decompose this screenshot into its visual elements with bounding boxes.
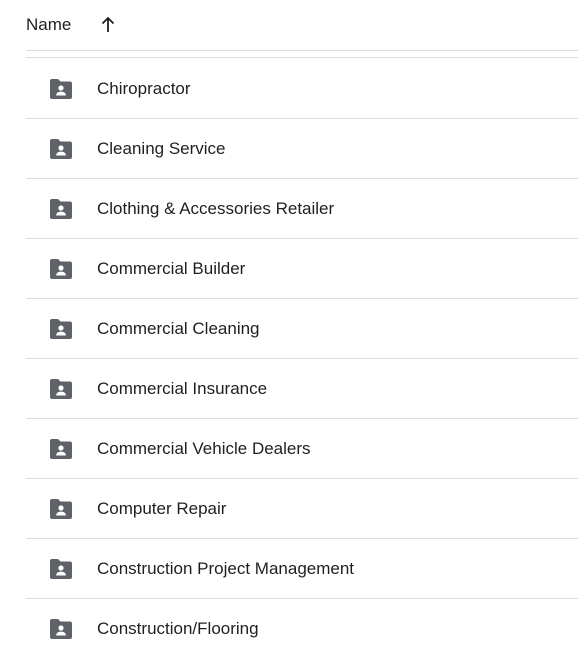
folder-name: Construction/Flooring <box>97 618 259 638</box>
folder-row[interactable]: Construction/Flooring <box>26 599 578 647</box>
shared-folder-icon <box>48 138 74 160</box>
folder-row[interactable]: Chiropractor <box>26 59 578 119</box>
column-header: Name <box>26 0 578 51</box>
name-column-header[interactable]: Name <box>26 15 71 35</box>
folder-row[interactable]: Cleaning Service <box>26 119 578 179</box>
shared-folder-icon <box>48 378 74 400</box>
folder-row[interactable]: Commercial Insurance <box>26 359 578 419</box>
folder-name: Commercial Builder <box>97 258 246 278</box>
folder-row[interactable]: Computer Repair <box>26 479 578 539</box>
folder-name: Commercial Vehicle Dealers <box>97 438 311 458</box>
folder-row[interactable]: Construction Project Management <box>26 539 578 599</box>
shared-folder-icon <box>48 498 74 520</box>
shared-folder-icon <box>48 198 74 220</box>
folder-name: Cleaning Service <box>97 138 226 158</box>
file-list-view: Name Chiropractor Cleaning Service Clothin… <box>0 0 578 647</box>
folder-name: Computer Repair <box>97 498 227 518</box>
folder-row[interactable]: Commercial Cleaning <box>26 299 578 359</box>
folder-list: Chiropractor Cleaning Service Clothing & A… <box>26 59 578 647</box>
folder-row[interactable]: Commercial Vehicle Dealers <box>26 419 578 479</box>
arrow-up-icon[interactable] <box>99 16 117 34</box>
shared-folder-icon <box>48 438 74 460</box>
shared-folder-icon <box>48 558 74 580</box>
folder-row[interactable]: Clothing & Accessories Retailer <box>26 179 578 239</box>
folder-row[interactable]: Commercial Builder <box>26 239 578 299</box>
shared-folder-icon <box>48 258 74 280</box>
folder-name: Construction Project Management <box>97 558 355 578</box>
shared-folder-icon <box>48 618 74 640</box>
header-divider <box>26 57 578 58</box>
folder-name: Clothing & Accessories Retailer <box>97 198 335 218</box>
shared-folder-icon <box>48 318 74 340</box>
folder-name: Chiropractor <box>97 78 191 98</box>
folder-name: Commercial Cleaning <box>97 318 260 338</box>
shared-folder-icon <box>48 78 74 100</box>
folder-name: Commercial Insurance <box>97 378 268 398</box>
